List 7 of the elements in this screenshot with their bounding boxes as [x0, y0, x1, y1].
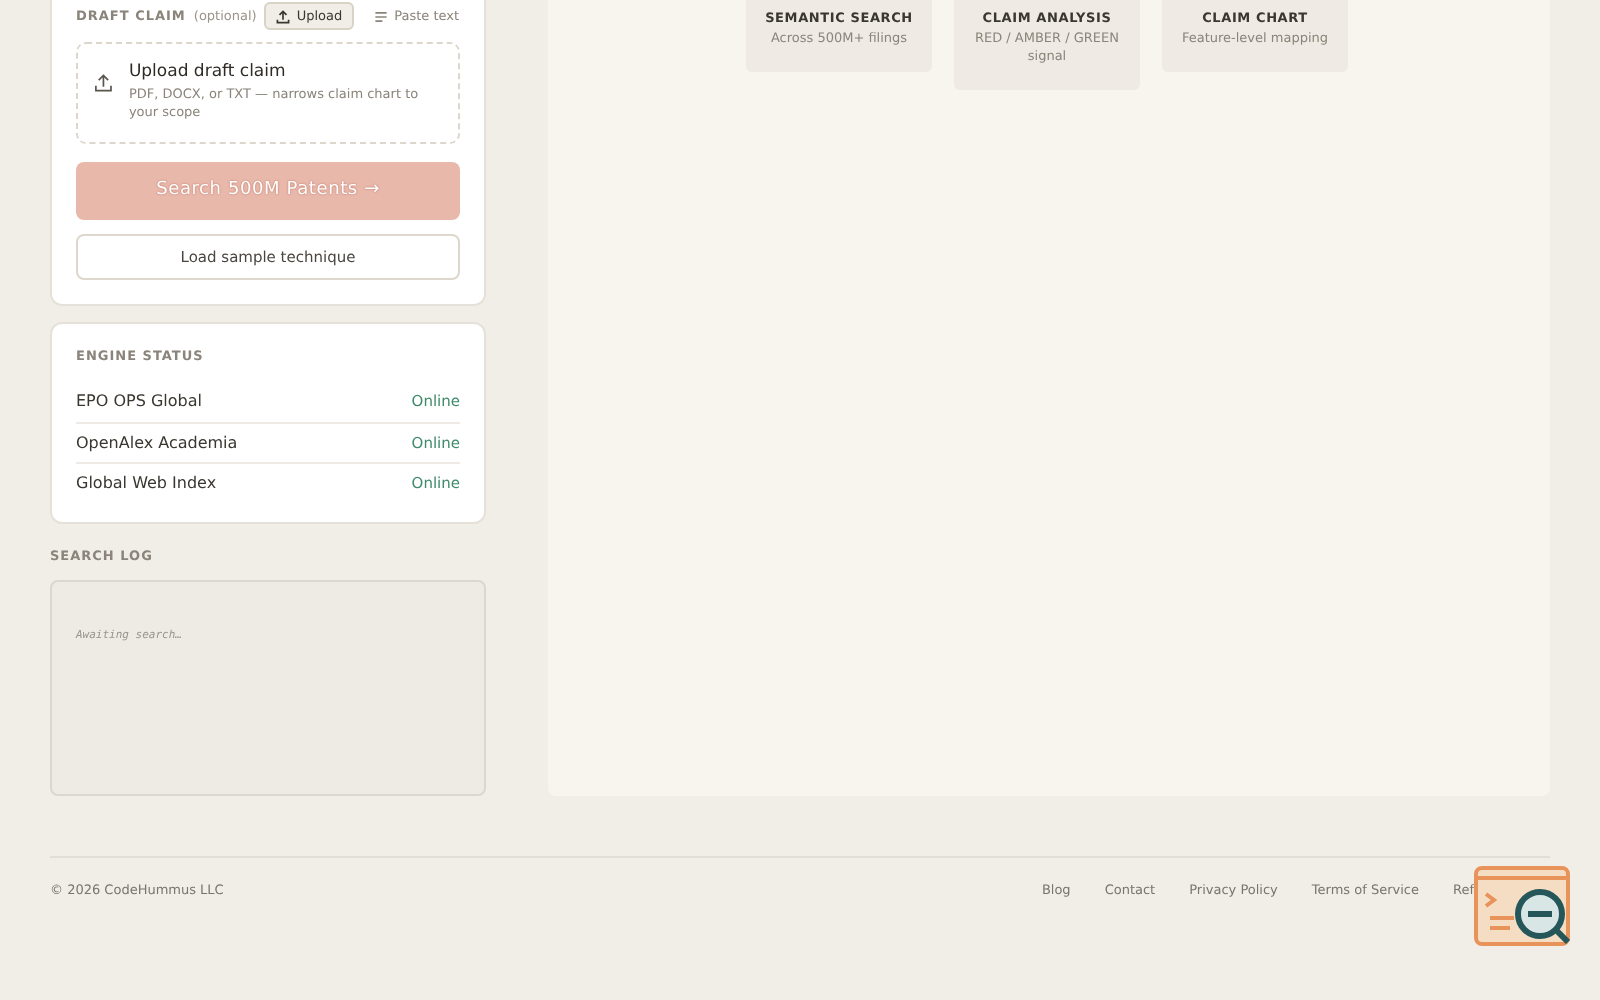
upload-title: Upload draft claim: [128, 62, 288, 82]
engine-name: OpenAlex Academia: [76, 433, 238, 452]
upload-icon: [276, 9, 291, 23]
engine-name: EPO OPS Global: [76, 392, 202, 411]
lines-icon: [374, 9, 389, 23]
engine-name: Global Web Index: [76, 473, 217, 492]
upload-icon: [94, 72, 113, 94]
